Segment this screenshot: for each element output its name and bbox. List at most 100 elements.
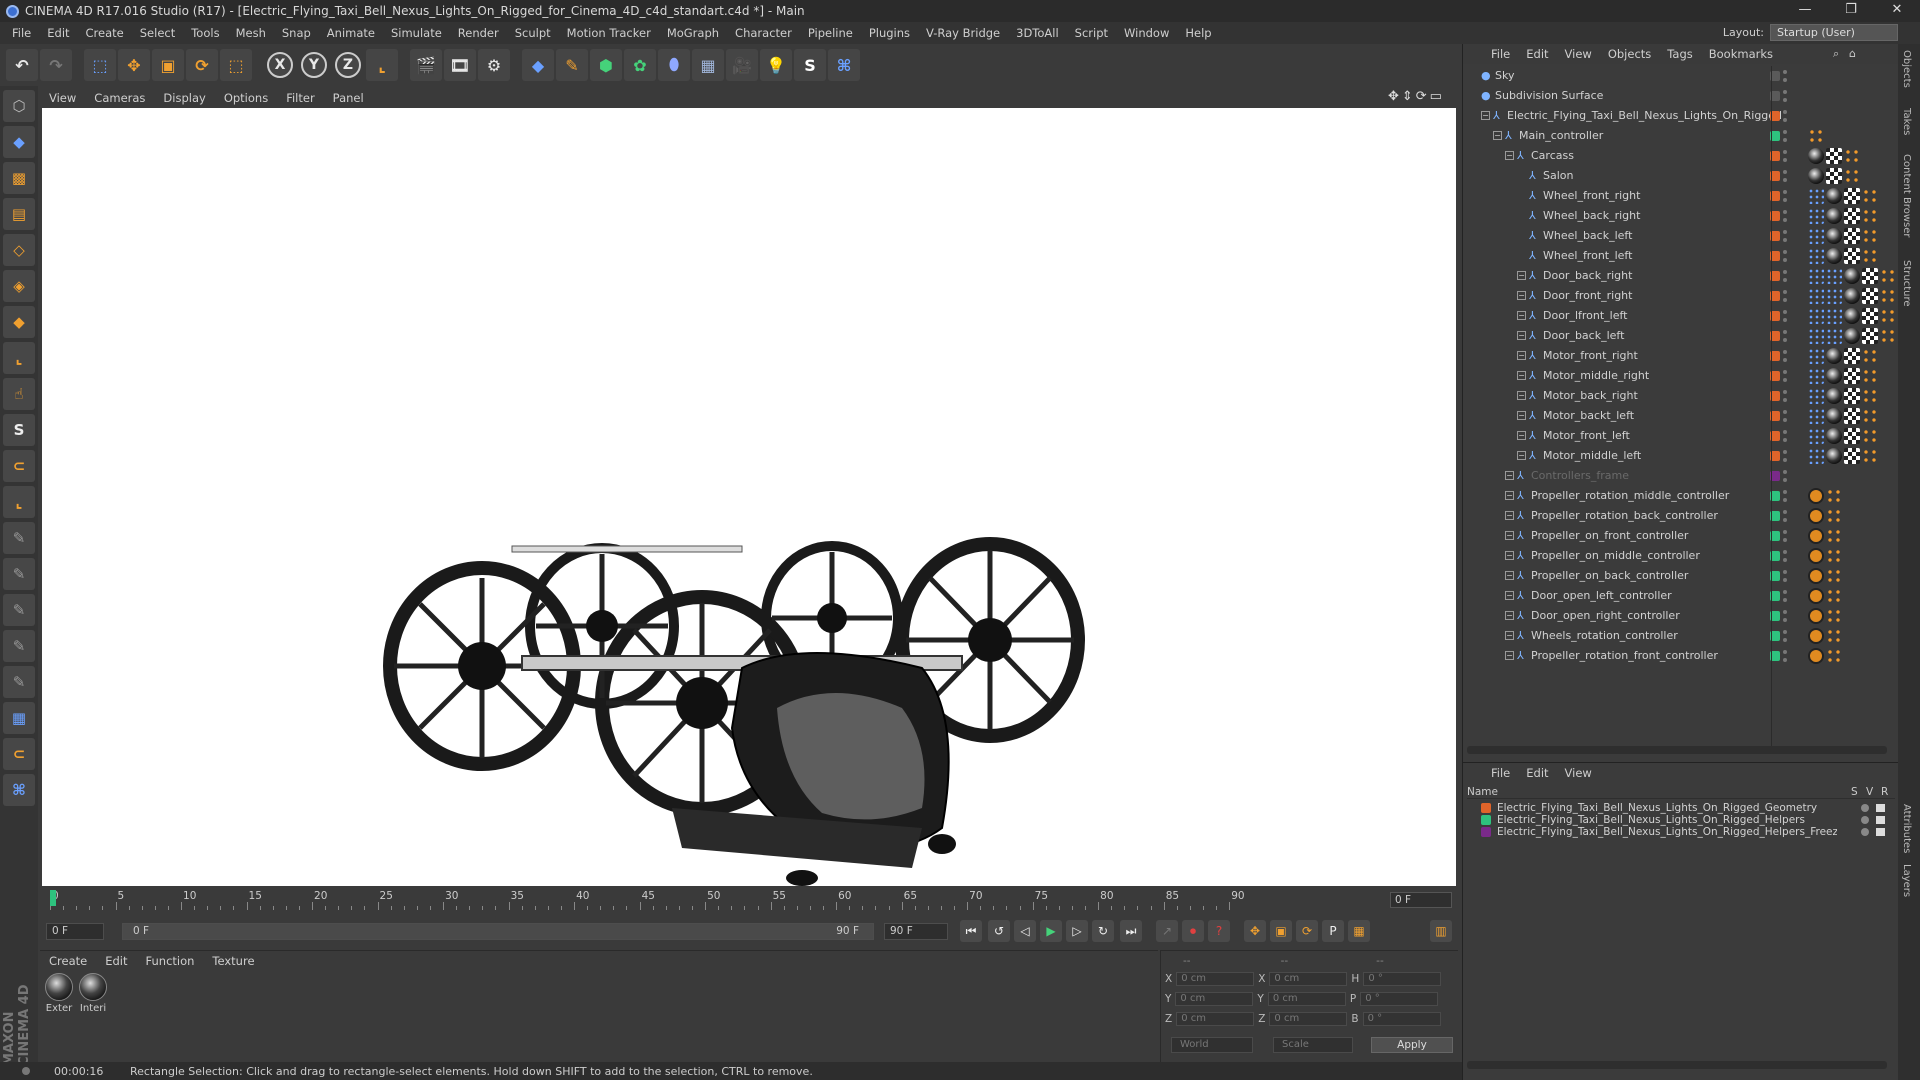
- light-icon[interactable]: 💡: [760, 49, 792, 81]
- texture-tag-icon[interactable]: [1862, 288, 1878, 304]
- side-tab-takes[interactable]: Takes: [1901, 108, 1912, 135]
- material-menu-edit[interactable]: Edit: [96, 954, 136, 968]
- material-exterior[interactable]: Exter: [44, 973, 74, 1014]
- object-row[interactable]: − ⅄ Propeller_on_front_controller: [1463, 526, 1899, 546]
- texture-tag-icon[interactable]: [1844, 348, 1860, 364]
- menu-item-mesh[interactable]: Mesh: [228, 26, 274, 40]
- previous-keyframe-icon[interactable]: ↺: [988, 920, 1010, 942]
- deformer-icon[interactable]: ⬮: [658, 49, 690, 81]
- expand-toggle-icon[interactable]: −: [1517, 331, 1526, 340]
- texture-tag-icon[interactable]: [1844, 228, 1860, 244]
- object-row[interactable]: − ⅄ Motor_middle_right: [1463, 366, 1899, 386]
- expand-toggle-icon[interactable]: −: [1517, 271, 1526, 280]
- xpresso-tag-icon[interactable]: [1808, 488, 1824, 504]
- object-menu-objects[interactable]: Objects: [1600, 47, 1659, 61]
- selection-tag-icon[interactable]: [1808, 408, 1824, 424]
- visibility-dots[interactable]: [1783, 370, 1787, 382]
- rotation-field[interactable]: 0 °: [1360, 992, 1439, 1006]
- menu-item-character[interactable]: Character: [727, 26, 800, 40]
- material-tag-icon[interactable]: [1844, 328, 1860, 344]
- object-row[interactable]: − ⅄ Controllers_frame: [1463, 466, 1899, 486]
- texture-mode-icon[interactable]: ▩: [3, 162, 35, 194]
- material-tag-icon[interactable]: [1826, 368, 1842, 384]
- menu-item-snap[interactable]: Snap: [274, 26, 319, 40]
- rotation-field[interactable]: 0 °: [1362, 1012, 1441, 1026]
- object-row[interactable]: − ⅄ Motor_front_left: [1463, 426, 1899, 446]
- constraint-tag-icon[interactable]: [1880, 268, 1896, 284]
- viewport-menu-panel[interactable]: Panel: [324, 91, 373, 105]
- texture-tag-icon[interactable]: [1862, 328, 1878, 344]
- rotation-field[interactable]: 0 °: [1363, 972, 1442, 986]
- floor-icon[interactable]: ▦: [692, 49, 724, 81]
- key-rotation-icon[interactable]: ⟳: [1296, 920, 1318, 942]
- object-row[interactable]: − ⅄ Door_lfront_left: [1463, 306, 1899, 326]
- visibility-dots[interactable]: [1783, 530, 1787, 542]
- constraint-tag-icon[interactable]: [1844, 168, 1860, 184]
- visibility-dots[interactable]: [1783, 310, 1787, 322]
- selection-tag-icon[interactable]: [1808, 388, 1824, 404]
- polygons-mode-icon[interactable]: ◆: [3, 306, 35, 338]
- xpresso-tag-icon[interactable]: [1808, 628, 1824, 644]
- previous-frame-icon[interactable]: ◁: [1014, 920, 1036, 942]
- workplane-icon[interactable]: ▤: [3, 198, 35, 230]
- material-tag-icon[interactable]: [1826, 248, 1842, 264]
- apply-button[interactable]: Apply: [1371, 1037, 1453, 1053]
- material-tag-icon[interactable]: [1844, 288, 1860, 304]
- material-tag-icon[interactable]: [1826, 208, 1842, 224]
- xpresso-tag-icon[interactable]: [1808, 568, 1824, 584]
- visibility-dots[interactable]: [1783, 450, 1787, 462]
- render-view-icon[interactable]: 🎬: [410, 49, 442, 81]
- selection-tag-icon[interactable]: [1808, 368, 1824, 384]
- menu-item-select[interactable]: Select: [132, 26, 183, 40]
- menu-item-window[interactable]: Window: [1116, 26, 1177, 40]
- material-tag-icon[interactable]: [1826, 408, 1842, 424]
- next-keyframe-icon[interactable]: ↻: [1092, 920, 1114, 942]
- menu-item-help[interactable]: Help: [1177, 26, 1219, 40]
- selection-tag-icon[interactable]: [1808, 268, 1824, 284]
- expand-toggle-icon[interactable]: −: [1505, 551, 1514, 560]
- expand-toggle-icon[interactable]: −: [1505, 611, 1514, 620]
- visibility-dots[interactable]: [1783, 110, 1787, 122]
- frame-range-slider[interactable]: 0 F 90 F: [122, 923, 874, 940]
- object-row[interactable]: ● Subdivision Surface: [1463, 86, 1899, 106]
- material-menu-create[interactable]: Create: [40, 954, 96, 968]
- constraint-tag-icon[interactable]: [1826, 648, 1842, 664]
- mograph-cloner-icon[interactable]: ✿: [624, 49, 656, 81]
- object-row[interactable]: ⅄ Salon: [1463, 166, 1899, 186]
- material-menu-texture[interactable]: Texture: [203, 954, 263, 968]
- layer-color-swatch[interactable]: [1481, 803, 1491, 813]
- object-row[interactable]: − ⅄ Main_controller: [1463, 126, 1899, 146]
- motion-path-icon[interactable]: ↗: [1156, 920, 1178, 942]
- play-icon[interactable]: ▶: [1040, 920, 1062, 942]
- layer-row[interactable]: Electric_Flying_Taxi_Bell_Nexus_Lights_O…: [1467, 825, 1895, 839]
- selection-tag-icon[interactable]: [1808, 288, 1824, 304]
- object-row[interactable]: − ⅄ Electric_Flying_Taxi_Bell_Nexus_Lights…: [1463, 106, 1899, 126]
- current-frame-field[interactable]: 0 F: [1390, 892, 1452, 908]
- constraint-tag-icon[interactable]: [1826, 488, 1842, 504]
- expand-toggle-icon[interactable]: −: [1481, 111, 1490, 120]
- constraint-tag-icon[interactable]: [1826, 628, 1842, 644]
- texture-tag-icon[interactable]: [1826, 168, 1842, 184]
- object-row[interactable]: − ⅄ Propeller_rotation_front_controller: [1463, 646, 1899, 666]
- expand-toggle-icon[interactable]: −: [1505, 491, 1514, 500]
- expand-toggle-icon[interactable]: −: [1505, 511, 1514, 520]
- material-tag-icon[interactable]: [1808, 148, 1824, 164]
- layer-solo-toggle-icon[interactable]: [1861, 804, 1869, 812]
- subdivision-surface-icon[interactable]: ⬢: [590, 49, 622, 81]
- constraint-tag-icon[interactable]: [1880, 328, 1896, 344]
- axis-mode-icon[interactable]: ⌞: [3, 342, 35, 374]
- rotate-icon[interactable]: ⟳: [186, 49, 218, 81]
- visibility-dots[interactable]: [1783, 510, 1787, 522]
- redo-icon[interactable]: ↷: [40, 49, 72, 81]
- viewport-menu-display[interactable]: Display: [154, 91, 214, 105]
- go-to-end-icon[interactable]: ⏭: [1120, 920, 1142, 942]
- object-row[interactable]: − ⅄ Propeller_on_middle_controller: [1463, 546, 1899, 566]
- grid-icon[interactable]: ▦: [3, 702, 35, 734]
- object-row[interactable]: − ⅄ Propeller_on_back_controller: [1463, 566, 1899, 586]
- object-menu-file[interactable]: File: [1483, 47, 1518, 61]
- xpresso-tag-icon[interactable]: [1808, 528, 1824, 544]
- selection-tag-icon[interactable]: [1808, 208, 1824, 224]
- maximize-button[interactable]: ❐: [1828, 0, 1874, 22]
- expand-toggle-icon[interactable]: −: [1505, 151, 1514, 160]
- menu-item-pipeline[interactable]: Pipeline: [800, 26, 861, 40]
